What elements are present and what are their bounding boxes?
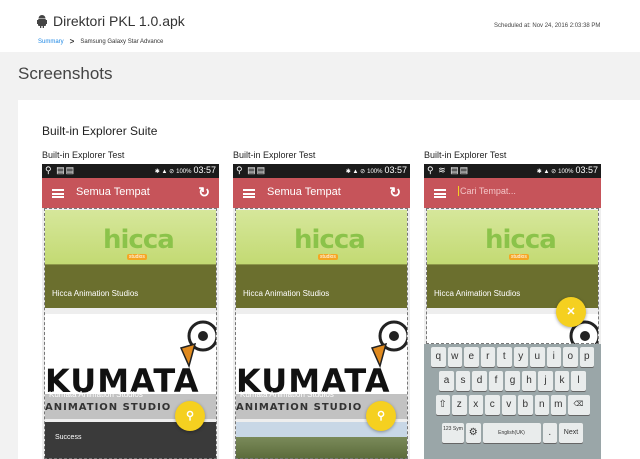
key-dot[interactable]: .	[542, 423, 557, 443]
place-card-hicca[interactable]: hicca studios Hicca Animation Studios	[45, 210, 216, 308]
key-sym[interactable]: 123 Sym	[442, 423, 464, 443]
breadcrumb-device: Samsung Galaxy Star Advance	[80, 38, 164, 45]
notification-icons: ⚲ ▤▤	[236, 165, 267, 175]
gear-icon[interactable]: ⚙	[466, 423, 481, 443]
hicca-logo: hicca	[294, 225, 366, 255]
shift-icon[interactable]: ⇧	[435, 395, 450, 415]
card-caption: Kumata Animation Studios	[240, 390, 334, 399]
snackbar-text: Success	[55, 434, 82, 441]
keyboard-key[interactable]: k	[554, 371, 570, 391]
status-right: ✱ ▲ ⊘ 100% 03:57	[345, 165, 407, 175]
hicca-logo-sub: studios	[127, 254, 147, 260]
notification-icons: ⚲ ▤▤	[45, 165, 76, 175]
report-header: Direktori PKL 1.0.apk Summary > Samsung …	[0, 0, 640, 52]
hicca-logo: hicca	[103, 225, 175, 255]
hicca-logo-sub: studios	[509, 254, 529, 260]
hicca-logo-sub: studios	[318, 254, 338, 260]
search-input[interactable]: Cari Tempat...	[458, 186, 516, 196]
kumata-logo-sub: ANIMATION STUDIO	[236, 402, 363, 413]
key-space[interactable]: English(UK)	[482, 423, 541, 443]
keyboard-key[interactable]: n	[534, 395, 549, 415]
search-fab[interactable]: ⚲	[175, 401, 205, 431]
keyboard-key[interactable]: w	[447, 347, 462, 367]
menu-icon[interactable]	[434, 189, 446, 198]
keyboard-key[interactable]: t	[497, 347, 512, 367]
keyboard-row: asdfghjkl	[424, 371, 601, 391]
keyboard-key[interactable]: h	[521, 371, 537, 391]
android-icon	[37, 15, 47, 28]
close-fab[interactable]: ✕	[556, 297, 586, 327]
breadcrumb: Summary > Samsung Galaxy Star Advance	[38, 37, 163, 46]
notification-icons: ⚲ ≋ ▤▤	[427, 165, 470, 175]
keyboard-key[interactable]: o	[563, 347, 578, 367]
search-icon: ⚲	[185, 410, 195, 422]
keyboard-key[interactable]: m	[551, 395, 566, 415]
keyboard-key[interactable]: l	[571, 371, 586, 391]
key-next[interactable]: Next	[559, 423, 583, 443]
section-title: Screenshots	[18, 64, 113, 83]
chevron-right-icon: >	[69, 37, 75, 46]
search-fab[interactable]: ⚲	[366, 401, 396, 431]
keyboard-key[interactable]: z	[452, 395, 467, 415]
soft-keyboard[interactable]: qwertyuiop asdfghjkl ⇧ z x c v b n m ⌫ 123 Sym ⚙…	[424, 344, 601, 459]
test-label: Built-in Explorer Test	[42, 150, 125, 160]
keyboard-key[interactable]: q	[431, 347, 446, 367]
status-bar: ⚲ ≋ ▤▤ ✱ ▲ ⊘ 100% 03:57	[424, 164, 601, 178]
keyboard-key[interactable]: f	[488, 371, 504, 391]
keyboard-key[interactable]: a	[439, 371, 454, 391]
keyboard-row: ⇧ z x c v b n m ⌫	[424, 395, 601, 415]
card-caption: Hicca Animation Studios	[52, 289, 139, 298]
keyboard-key[interactable]: d	[472, 371, 487, 391]
keyboard-key[interactable]: j	[538, 371, 553, 391]
card-caption: Hicca Animation Studios	[434, 289, 521, 298]
app-toolbar: Semua Tempat ↻	[42, 178, 219, 208]
app-toolbar: Cari Tempat...	[424, 178, 601, 208]
keyboard-row: 123 Sym ⚙ English(UK) . Next	[424, 423, 601, 443]
keyboard-key[interactable]: u	[530, 347, 545, 367]
scheduled-time: Scheduled at: Nov 24, 2016 2:03:38 PM	[494, 23, 601, 29]
keyboard-key[interactable]: p	[579, 347, 594, 367]
test-label: Built-in Explorer Test	[424, 150, 507, 160]
card-caption: Kumata Animation Studios	[49, 390, 143, 399]
toolbar-title: Semua Tempat	[76, 186, 150, 198]
keyboard-key[interactable]: y	[513, 347, 528, 367]
keyboard-key[interactable]: g	[505, 371, 520, 391]
keyboard-key[interactable]: c	[485, 395, 500, 415]
screenshot-phone-2[interactable]: ⚲ ▤▤ ✱ ▲ ⊘ 100% 03:57 Semua Tempat ↻ hicca…	[233, 164, 410, 459]
status-right: ✱ ▲ ⊘ 100% 03:57	[536, 165, 598, 175]
close-icon: ✕	[566, 306, 576, 318]
refresh-icon[interactable]: ↻	[198, 184, 210, 201]
search-icon: ⚲	[376, 410, 386, 422]
place-card-hicca[interactable]: hicca studios Hicca Animation Studios	[427, 210, 598, 308]
toolbar-title: Semua Tempat	[267, 186, 341, 198]
screenshot-phone-3[interactable]: ⚲ ≋ ▤▤ ✱ ▲ ⊘ 100% 03:57 Cari Tempat... hic…	[424, 164, 601, 459]
status-bar: ⚲ ▤▤ ✱ ▲ ⊘ 100% 03:57	[233, 164, 410, 178]
card-caption: Hicca Animation Studios	[243, 289, 330, 298]
breadcrumb-summary-link[interactable]: Summary	[38, 39, 64, 45]
refresh-icon[interactable]: ↻	[389, 184, 401, 201]
app-title: Direktori PKL 1.0.apk	[53, 13, 185, 29]
place-card-hicca[interactable]: hicca studios Hicca Animation Studios	[236, 210, 407, 308]
kumata-logo-sub: ANIMATION STUDIO	[45, 402, 172, 413]
keyboard-key[interactable]: r	[480, 347, 495, 367]
test-label: Built-in Explorer Test	[233, 150, 316, 160]
keyboard-row: qwertyuiop	[424, 347, 601, 367]
status-right: ✱ ▲ ⊘ 100% 03:57	[154, 165, 216, 175]
screenshot-phone-1[interactable]: ⚲ ▤▤ ✱ ▲ ⊘ 100% 03:57 Semua Tempat ↻ hicca…	[42, 164, 219, 459]
backspace-icon[interactable]: ⌫	[567, 395, 590, 415]
hicca-logo: hicca	[485, 225, 557, 255]
keyboard-key[interactable]: v	[501, 395, 516, 415]
keyboard-key[interactable]: b	[518, 395, 533, 415]
status-bar: ⚲ ▤▤ ✱ ▲ ⊘ 100% 03:57	[42, 164, 219, 178]
app-toolbar: Semua Tempat ↻	[233, 178, 410, 208]
keyboard-key[interactable]: x	[468, 395, 483, 415]
menu-icon[interactable]	[52, 189, 64, 198]
suite-title: Built-in Explorer Suite	[42, 124, 158, 138]
menu-icon[interactable]	[243, 189, 255, 198]
keyboard-key[interactable]: s	[455, 371, 471, 391]
keyboard-key[interactable]: e	[464, 347, 479, 367]
keyboard-key[interactable]: i	[546, 347, 561, 367]
